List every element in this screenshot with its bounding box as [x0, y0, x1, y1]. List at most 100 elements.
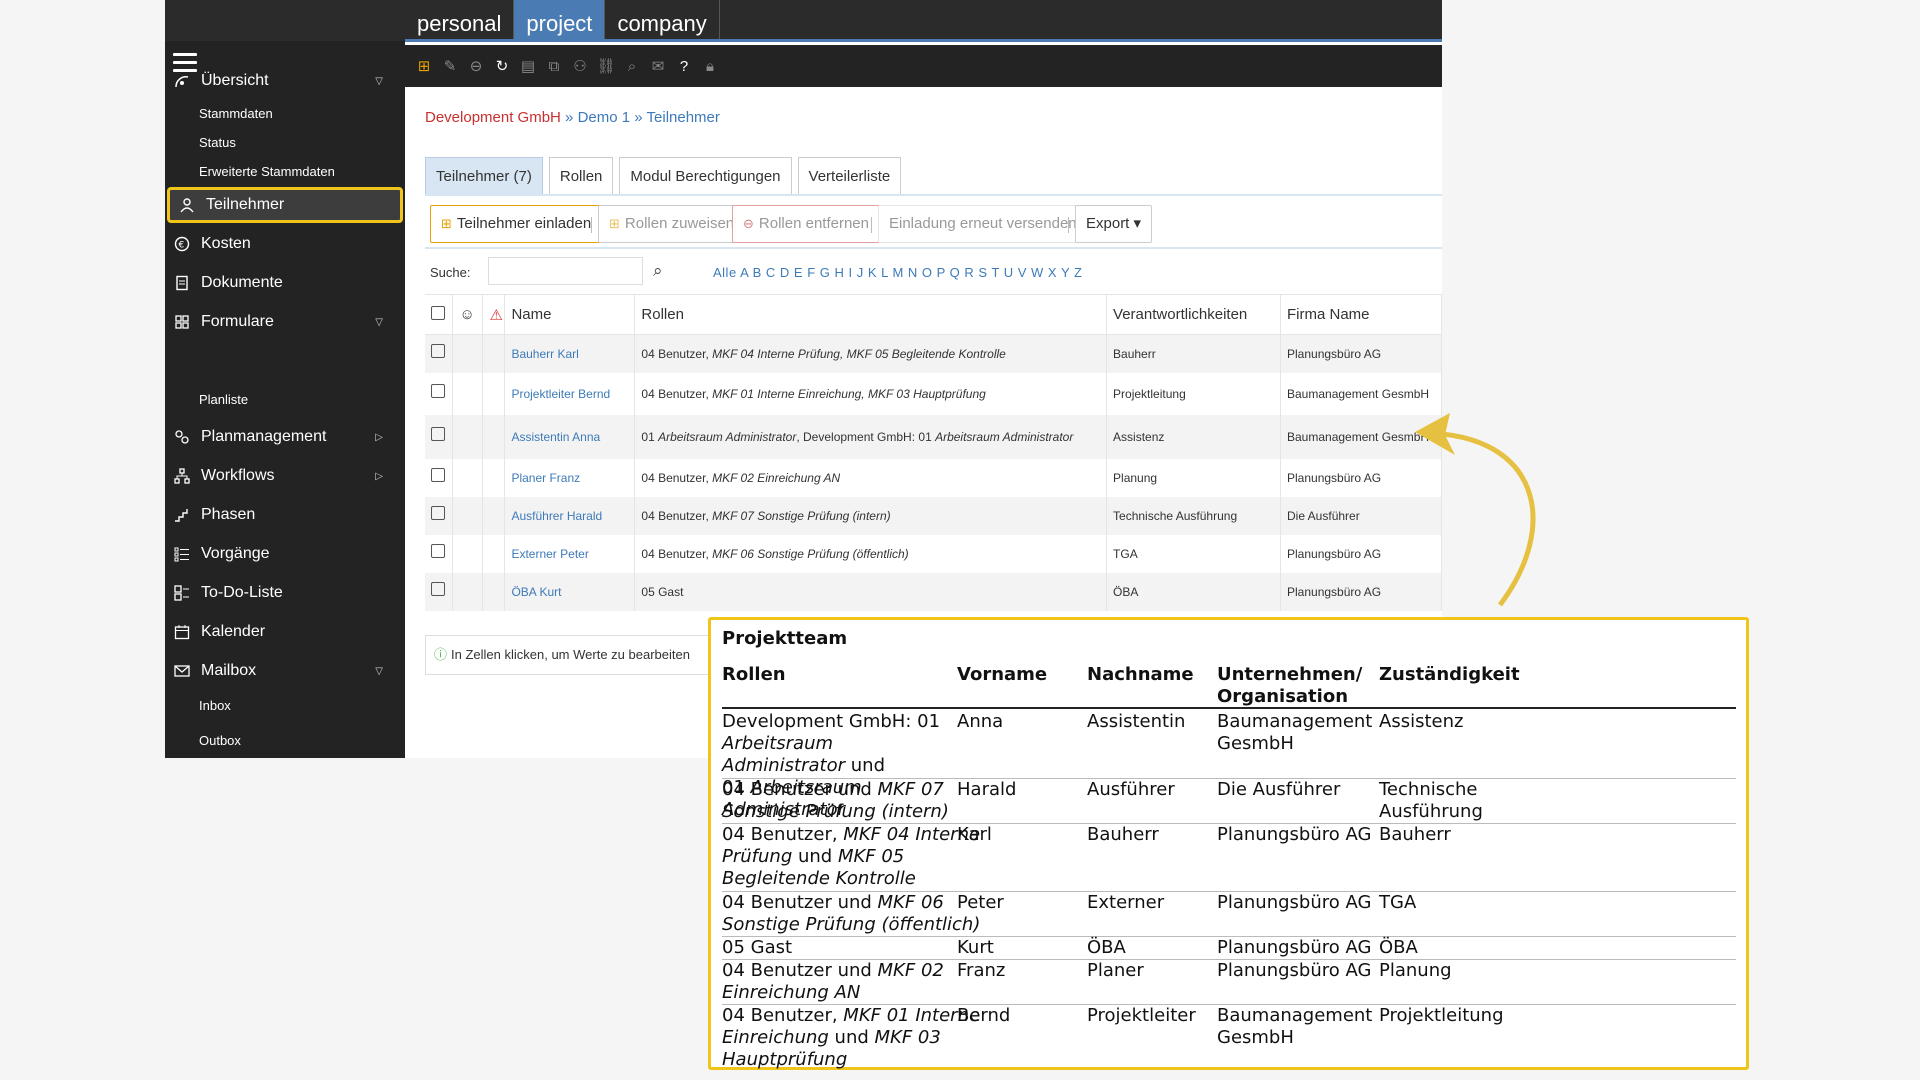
cell-responsibility[interactable]: Projektleitung — [1106, 372, 1281, 415]
invite-participants-button[interactable]: ⊞ Teilnehmer einladen — [430, 205, 603, 243]
tab-personal[interactable]: personal — [405, 0, 515, 41]
sidebar-item-dokumente[interactable]: Dokumente — [165, 265, 405, 301]
table-row[interactable]: ÖBA Kurt 05 Gast ÖBA Planungsbüro AG — [425, 572, 1442, 611]
text: MKF 02 — [877, 960, 944, 981]
cell-name[interactable]: ÖBA Kurt — [504, 572, 636, 611]
table-row[interactable]: Planer Franz 04 Benutzer, MKF 02 Einreic… — [425, 458, 1442, 497]
search-icon[interactable]: ⌕ — [653, 261, 663, 281]
cell-roles[interactable]: 04 Benutzer, MKF 01 Interne Einreichung,… — [634, 372, 1108, 415]
cell-roles[interactable]: 04 Benutzer, MKF 02 Einreichung AN — [634, 458, 1108, 497]
sidebar-item-uebersicht[interactable]: Übersicht ▽ — [165, 63, 405, 99]
tab-teilnehmer[interactable]: Teilnehmer (7) — [425, 157, 543, 195]
card-header-org: Unternehmen/Organisation — [1217, 664, 1362, 708]
cell-name[interactable]: Assistentin Anna — [504, 414, 636, 459]
sidebar-sub-status[interactable]: Status — [199, 135, 236, 150]
chevron-down-icon[interactable]: ▽ — [375, 666, 383, 677]
column-name[interactable]: Name — [504, 294, 636, 335]
alphabet-filter[interactable]: Alle A B C D E F G H I J K L M N O P Q R… — [713, 265, 1082, 280]
table-row[interactable]: Projektleiter Bernd 04 Benutzer, MKF 01 … — [425, 372, 1442, 415]
sidebar-item-mailbox[interactable]: Mailbox ▽ — [165, 653, 405, 689]
search-icon[interactable]: ⌕ — [619, 53, 645, 79]
chevron-right-icon[interactable]: ▷ — [375, 432, 383, 443]
remove-roles-button[interactable]: ⊖ Rollen entfernen — [732, 205, 880, 243]
tree-icon[interactable]: ⚇ — [567, 53, 593, 79]
tab-rollen[interactable]: Rollen — [548, 157, 614, 195]
refresh-icon[interactable]: ↻ — [489, 53, 515, 79]
sidebar-item-kosten[interactable]: € Kosten — [165, 226, 405, 262]
panel-icon[interactable]: ▤ — [515, 53, 541, 79]
assign-roles-button[interactable]: ⊞ Rollen zuweisen — [598, 205, 746, 243]
sidebar-sub-planliste[interactable]: Planliste — [199, 392, 248, 407]
row-checkbox[interactable] — [425, 458, 454, 497]
tab-verteilerliste[interactable]: Verteilerliste — [797, 157, 902, 195]
mail-icon[interactable]: ✉ — [645, 53, 671, 79]
column-responsibilities[interactable]: Verantwortlichkeiten — [1106, 294, 1281, 335]
select-all-checkbox[interactable] — [425, 294, 454, 335]
breadcrumb-separator: » — [560, 109, 578, 126]
cell — [482, 572, 506, 611]
table-row[interactable]: Assistentin Anna 01 Arbeitsraum Administ… — [425, 414, 1442, 459]
tab-project[interactable]: project — [514, 0, 606, 41]
cell-name[interactable]: Projektleiter Bernd — [504, 372, 636, 415]
sidebar-item-teilnehmer[interactable]: Teilnehmer — [167, 187, 403, 223]
row-checkbox[interactable] — [425, 534, 454, 573]
sidebar-sub-outbox[interactable]: Outbox — [199, 733, 241, 748]
row-checkbox[interactable] — [425, 496, 454, 535]
breadcrumb-company[interactable]: Development GmbH — [425, 109, 561, 126]
lock-icon[interactable]: 🔒︎ — [697, 53, 723, 79]
remove-icon[interactable]: ⊖ — [463, 53, 489, 79]
cell-responsibility[interactable]: ÖBA — [1106, 572, 1281, 611]
export-dropdown[interactable]: Export ▾ — [1075, 205, 1153, 243]
tab-company[interactable]: company — [605, 0, 720, 41]
sidebar-item-formulare[interactable]: Formulare ▽ — [165, 304, 405, 340]
cell-name[interactable]: Ausführer Harald — [504, 496, 636, 535]
tab-modul-berechtigungen[interactable]: Modul Berechtigungen — [619, 157, 792, 195]
cell-responsibility[interactable]: Technische Ausführung — [1106, 496, 1281, 535]
column-company[interactable]: Firma Name — [1280, 294, 1442, 335]
cell-roles[interactable]: 05 Gast — [634, 572, 1108, 611]
row-checkbox[interactable] — [425, 572, 454, 611]
cell-name[interactable]: Planer Franz — [504, 458, 636, 497]
cell-org: Baumanagement GesmbH — [1217, 711, 1372, 755]
sidebar-sub-inbox[interactable]: Inbox — [199, 698, 231, 713]
sidebar-sub-erweiterte-stammdaten[interactable]: Erweiterte Stammdaten — [199, 164, 335, 179]
sidebar-sub-stammdaten[interactable]: Stammdaten — [199, 106, 273, 121]
sidebar-item-workflows[interactable]: Workflows ▷ — [165, 458, 405, 494]
row-checkbox[interactable] — [425, 414, 454, 459]
copy-icon[interactable]: ⧉ — [541, 53, 567, 79]
chevron-down-icon[interactable]: ▽ — [375, 76, 383, 87]
cell-company[interactable]: Planungsbüro AG — [1280, 334, 1442, 373]
cell-responsibility[interactable]: Assistenz — [1106, 414, 1281, 459]
new-icon[interactable]: ⊞ — [411, 53, 437, 79]
sidebar-item-todo[interactable]: To-Do-Liste — [165, 575, 405, 611]
roles-italic: MKF 04 Interne Prüfung, MKF 05 Begleiten… — [712, 346, 1006, 361]
table-row[interactable]: Externer Peter 04 Benutzer, MKF 06 Sonst… — [425, 534, 1442, 573]
breadcrumb-page[interactable]: Teilnehmer — [647, 109, 720, 126]
cell-roles[interactable]: 04 Benutzer, MKF 04 Interne Prüfung, MKF… — [634, 334, 1108, 373]
cell-name[interactable]: Bauherr Karl — [504, 334, 636, 373]
sidebar-item-vorgaenge[interactable]: Vorgänge — [165, 536, 405, 572]
cell-roles[interactable]: 01 Arbeitsraum Administrator, Developmen… — [634, 414, 1108, 459]
column-roles[interactable]: Rollen — [634, 294, 1108, 335]
sidebar-item-kalender[interactable]: Kalender — [165, 614, 405, 650]
cell-name[interactable]: Externer Peter — [504, 534, 636, 573]
resend-invitation-button[interactable]: Einladung erneut versenden — [878, 205, 1088, 243]
sidebar-item-phasen[interactable]: Phasen — [165, 497, 405, 533]
cell-responsibility[interactable]: Bauherr — [1106, 334, 1281, 373]
row-checkbox[interactable] — [425, 372, 454, 415]
row-checkbox[interactable] — [425, 334, 454, 373]
help-icon[interactable]: ? — [671, 53, 697, 79]
chevron-down-icon[interactable]: ▽ — [375, 317, 383, 328]
link-icon[interactable]: ⛓ — [593, 53, 619, 79]
search-input[interactable] — [488, 257, 643, 285]
cell-responsibility[interactable]: TGA — [1106, 534, 1281, 573]
cell-responsibility[interactable]: Planung — [1106, 458, 1281, 497]
sidebar-item-planmanagement[interactable]: Planmanagement ▷ — [165, 419, 405, 455]
table-row[interactable]: Bauherr Karl 04 Benutzer, MKF 04 Interne… — [425, 334, 1442, 373]
cell-roles[interactable]: 04 Benutzer, MKF 06 Sonstige Prüfung (öf… — [634, 534, 1108, 573]
chevron-right-icon[interactable]: ▷ — [375, 471, 383, 482]
breadcrumb-project[interactable]: Demo 1 — [578, 109, 631, 126]
cell-roles[interactable]: 04 Benutzer, MKF 07 Sonstige Prüfung (in… — [634, 496, 1108, 535]
table-row[interactable]: Ausführer Harald 04 Benutzer, MKF 07 Son… — [425, 496, 1442, 535]
edit-icon[interactable]: ✎ — [437, 53, 463, 79]
